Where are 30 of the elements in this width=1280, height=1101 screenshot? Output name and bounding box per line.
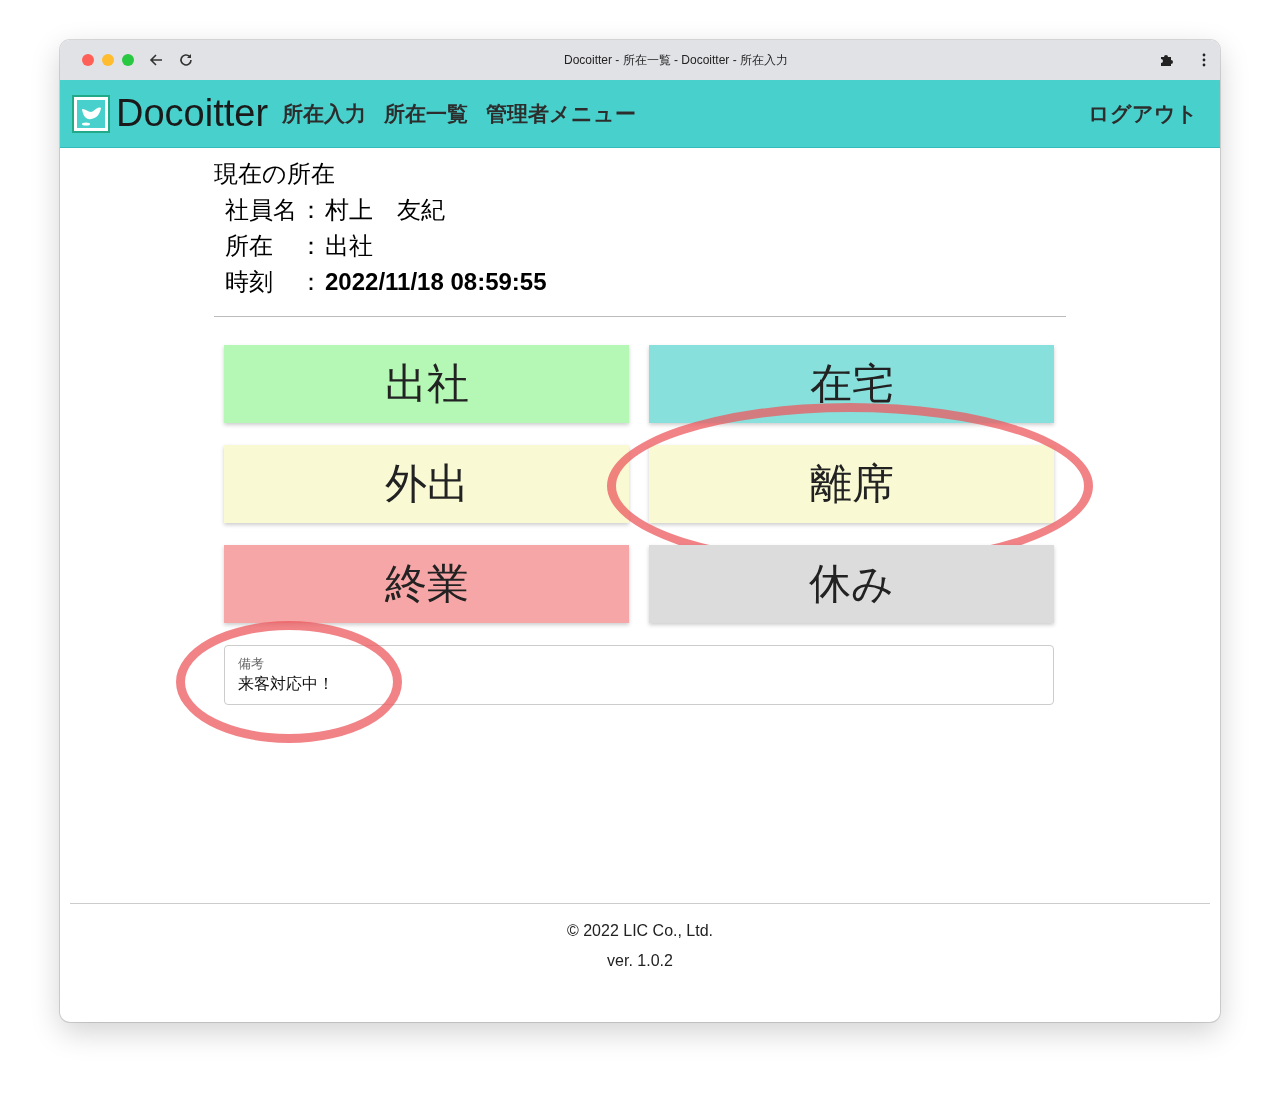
status-button[interactable]: 離席 [649, 445, 1054, 523]
colon-separator: ： [299, 195, 324, 225]
status-button[interactable]: 出社 [224, 345, 629, 423]
brand-name[interactable]: Docoitter [116, 92, 269, 135]
status-button[interactable]: 終業 [224, 545, 629, 623]
reload-icon[interactable] [178, 52, 194, 68]
status-button[interactable]: 休み [649, 545, 1054, 623]
section-heading: 現在の所在 [214, 159, 336, 189]
field-label: 時刻 [225, 267, 274, 297]
field-label: 社員名 [225, 195, 298, 225]
colon-separator: ： [299, 231, 324, 261]
logout-link[interactable]: ログアウト [1088, 99, 1198, 128]
field-value: 出社 [325, 231, 373, 261]
nav-link[interactable]: 所在入力 [282, 99, 367, 128]
back-arrow-icon[interactable] [148, 52, 164, 68]
nav-link[interactable]: 管理者メニュー [486, 99, 637, 128]
field-value: 2022/11/18 08:59:55 [325, 267, 547, 297]
copyright-text: © 2022 LIC Co., Ltd. [565, 921, 715, 941]
puzzle-piece-icon[interactable] [1158, 52, 1174, 68]
tab-title: Docoitter - 所在一覧 - Docoitter - 所在入力 [563, 51, 789, 69]
nav-link[interactable]: 所在一覧 [384, 99, 469, 128]
remark-field[interactable]: 備考 来客対応中！ [224, 645, 1054, 705]
version-text: ver. 1.0.2 [606, 951, 674, 971]
field-label: 所在 [225, 231, 274, 261]
status-button[interactable]: 在宅 [649, 345, 1054, 423]
colon-separator: ： [299, 267, 324, 297]
field-label: 備考 [238, 655, 265, 673]
field-value: 村上 友紀 [325, 195, 445, 225]
status-button[interactable]: 外出 [224, 445, 629, 523]
more-options-icon[interactable] [1202, 52, 1206, 68]
